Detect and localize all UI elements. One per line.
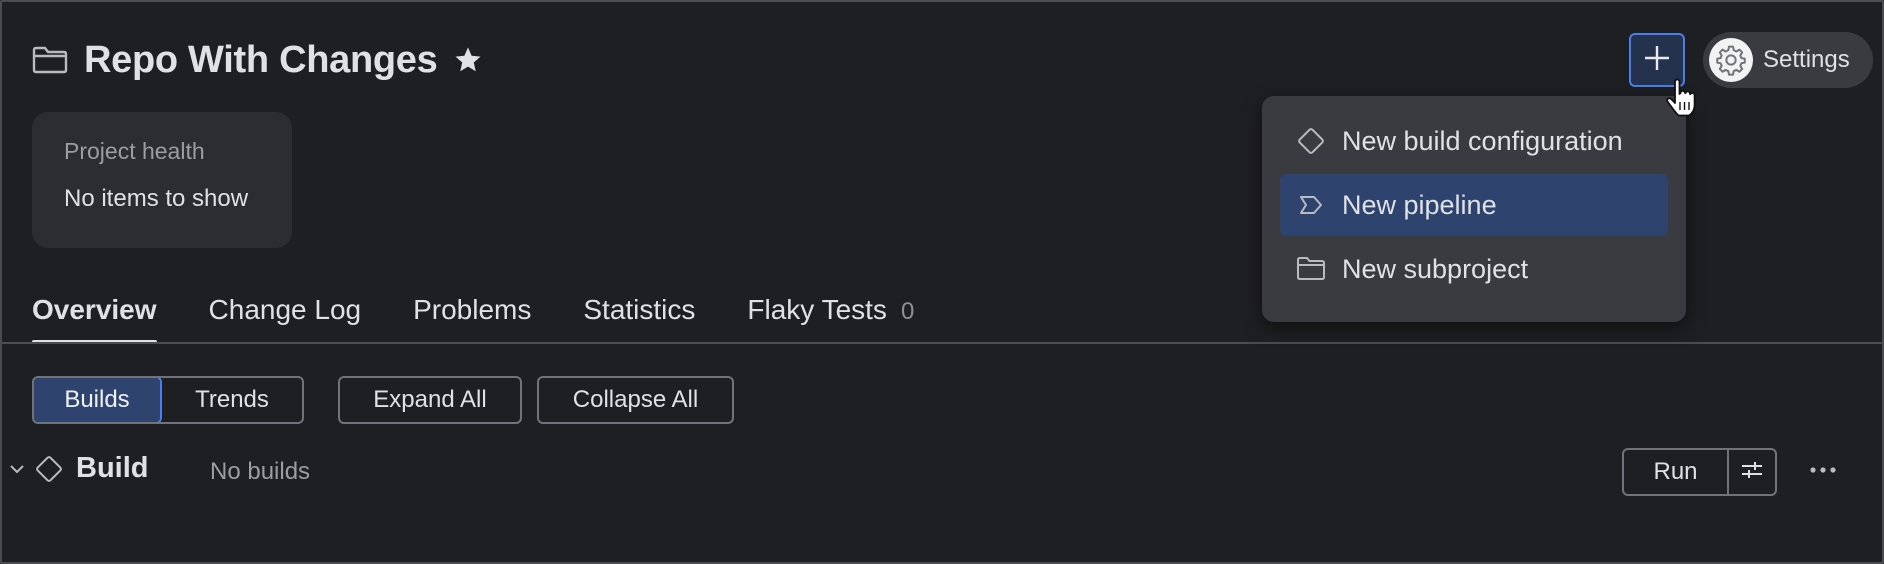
menu-item-new-subproject[interactable]: New subproject: [1280, 238, 1668, 300]
run-button[interactable]: Run: [1624, 450, 1729, 494]
pipeline-icon: [1296, 190, 1326, 220]
health-title: Project health: [64, 138, 205, 164]
menu-item-label: New subproject: [1342, 253, 1529, 284]
tab-label: Change Log: [208, 294, 362, 325]
chevron-down-icon[interactable]: [8, 462, 26, 476]
build-config-row: Build No builds: [0, 448, 1884, 492]
view-toggle: Builds Trends: [32, 376, 304, 424]
tab-overview[interactable]: Overview: [32, 290, 157, 344]
plus-icon: [1643, 44, 1671, 77]
hand-cursor-icon: [1664, 78, 1698, 118]
run-options-button[interactable]: [1729, 450, 1775, 494]
run-options-icon: [1740, 460, 1764, 485]
project-header: Repo With Changes: [32, 34, 483, 86]
tab-label: Problems: [413, 294, 532, 325]
tab-statistics[interactable]: Statistics: [583, 290, 695, 344]
build-config-name[interactable]: Build: [76, 452, 149, 485]
menu-item-new-pipeline[interactable]: New pipeline: [1280, 174, 1668, 236]
project-tabs: Overview Change Log Problems Statistics …: [32, 290, 966, 344]
build-status: No builds: [210, 458, 311, 485]
menu-item-new-build-configuration[interactable]: New build configuration: [1280, 110, 1668, 172]
folder-icon: [1296, 254, 1326, 284]
tab-flaky-tests[interactable]: Flaky Tests 0: [747, 290, 914, 344]
builds-toggle-button[interactable]: Builds: [34, 378, 162, 422]
settings-button[interactable]: Settings: [1703, 32, 1873, 88]
tab-label: Statistics: [583, 294, 696, 325]
folder-icon: [32, 45, 70, 75]
health-value: No items to show: [64, 185, 249, 212]
flaky-tests-count: 0: [900, 298, 915, 325]
project-health-card: Project health No items to show: [32, 112, 292, 248]
star-icon[interactable]: [453, 45, 483, 75]
settings-label: Settings: [1763, 46, 1850, 73]
add-dropdown-menu: New build configuration New pipeline New…: [1262, 96, 1686, 322]
more-horizontal-icon[interactable]: [1808, 460, 1838, 480]
diamond-icon: [34, 454, 64, 484]
expand-all-button[interactable]: Expand All: [338, 376, 522, 424]
diamond-icon: [1296, 126, 1326, 156]
tab-change-log[interactable]: Change Log: [209, 290, 362, 344]
page-title: Repo With Changes: [84, 38, 438, 81]
tab-label: Overview: [32, 294, 157, 325]
menu-item-label: New build configuration: [1342, 125, 1623, 156]
trends-toggle-button[interactable]: Trends: [162, 378, 302, 422]
tabs-divider: [0, 342, 1884, 344]
tab-label: Flaky Tests: [747, 294, 887, 325]
collapse-all-button[interactable]: Collapse All: [537, 376, 734, 424]
gear-icon: [1709, 38, 1753, 82]
tab-problems[interactable]: Problems: [413, 290, 531, 344]
menu-item-label: New pipeline: [1342, 189, 1497, 220]
run-button-group: Run: [1622, 448, 1777, 496]
